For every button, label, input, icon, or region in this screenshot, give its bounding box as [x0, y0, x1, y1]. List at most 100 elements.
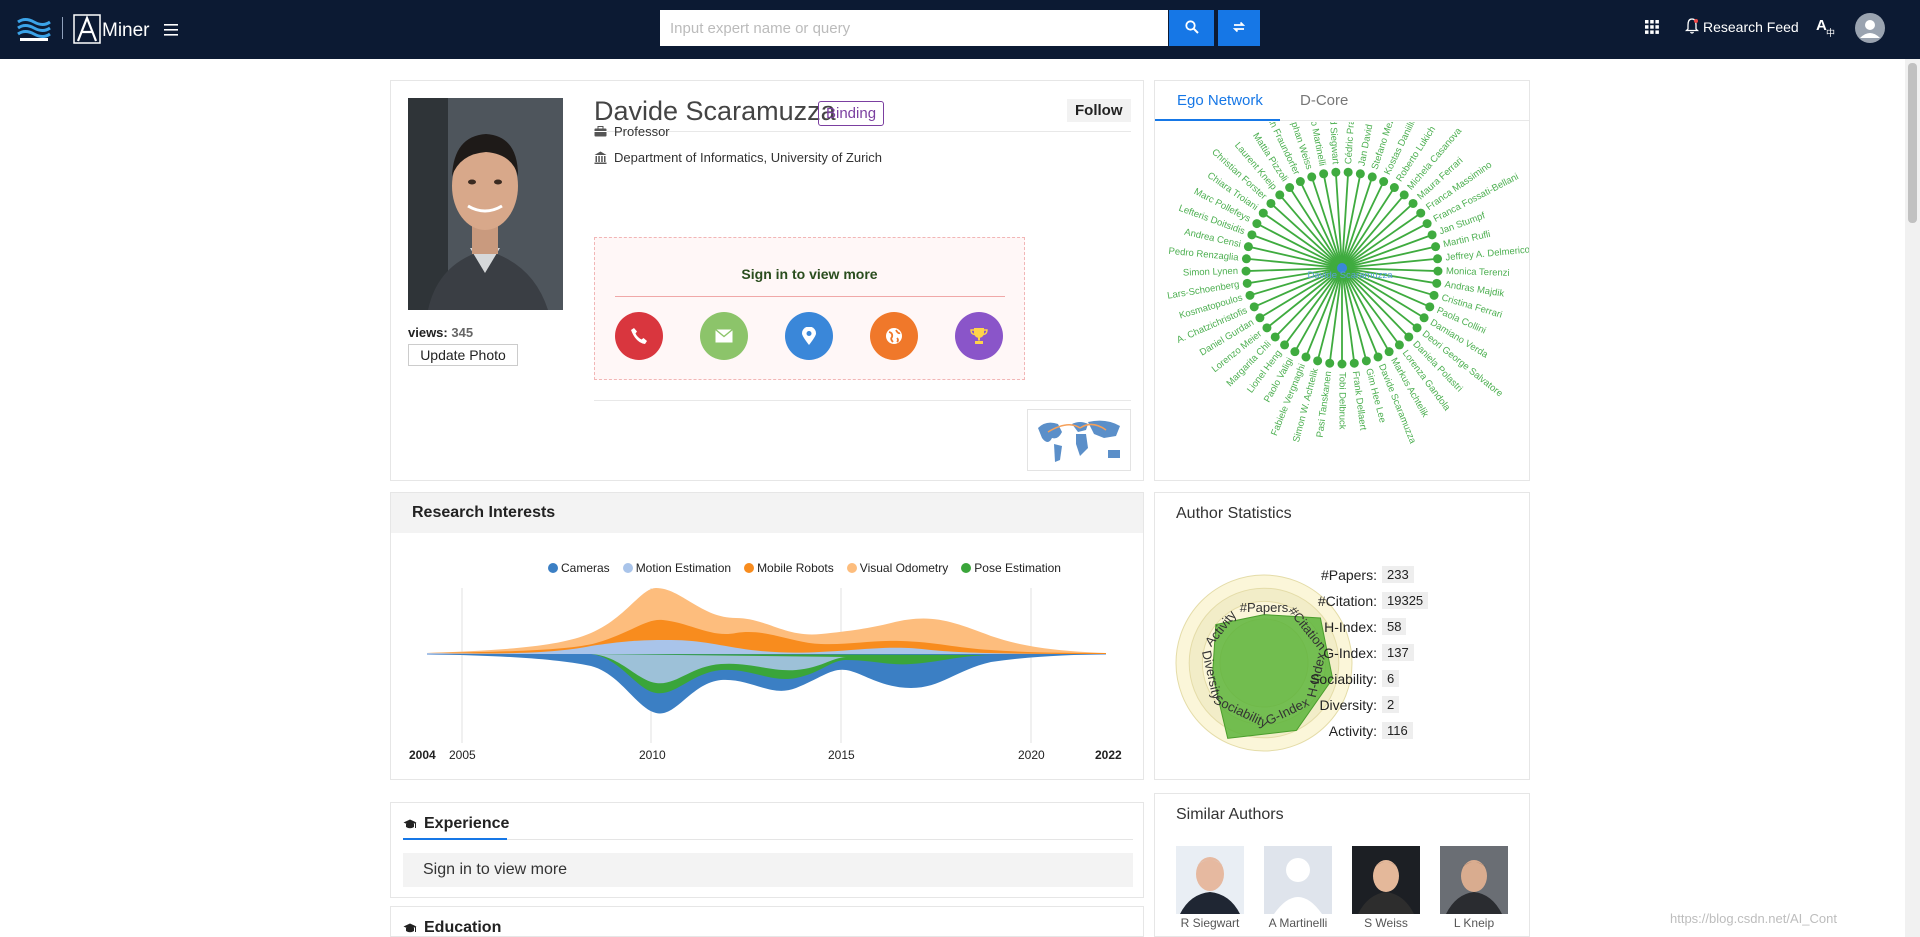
research-feed-link[interactable]: Research Feed: [1703, 19, 1799, 35]
legend-item-visual-odometry[interactable]: Visual Odometry: [846, 561, 948, 575]
ego-node[interactable]: [1307, 172, 1317, 182]
stat-value: 116: [1382, 722, 1413, 739]
ego-node[interactable]: [1295, 177, 1305, 187]
legend-item-mobile-robots[interactable]: Mobile Robots: [744, 561, 834, 575]
ego-node[interactable]: [1379, 177, 1389, 187]
ego-node[interactable]: [1343, 167, 1353, 177]
scroll-thumb[interactable]: [1908, 63, 1917, 223]
ego-node[interactable]: [1255, 313, 1265, 323]
ego-node[interactable]: [1367, 172, 1377, 182]
menu-icon[interactable]: [164, 24, 178, 36]
ego-node[interactable]: [1416, 208, 1426, 218]
bell-icon[interactable]: [1685, 18, 1699, 34]
update-photo-button[interactable]: Update Photo: [408, 344, 518, 366]
stat-row: Activity: 116: [1267, 722, 1413, 739]
ego-node[interactable]: [1433, 266, 1443, 276]
phone-button[interactable]: [615, 312, 663, 360]
ego-node[interactable]: [1355, 169, 1365, 179]
world-map-thumbnail[interactable]: [1027, 409, 1131, 471]
apps-grid-icon[interactable]: [1645, 20, 1659, 34]
ego-node[interactable]: [1241, 254, 1251, 264]
translate-icon[interactable]: A 中: [1815, 16, 1837, 38]
legend-item-pose-estimation[interactable]: Pose Estimation: [961, 561, 1061, 575]
ego-node[interactable]: [1412, 323, 1422, 333]
ego-node[interactable]: [1384, 347, 1394, 357]
experience-signin[interactable]: Sign in to view more: [403, 853, 1133, 887]
page-scrollbar[interactable]: [1905, 59, 1920, 937]
ego-node[interactable]: [1427, 230, 1437, 240]
legend-item-cameras[interactable]: Cameras: [548, 561, 610, 575]
switch-search-button[interactable]: [1218, 10, 1260, 46]
year-2005: 2005: [449, 748, 476, 762]
ego-node[interactable]: [1373, 352, 1383, 362]
ego-node[interactable]: [1331, 167, 1341, 177]
ego-node[interactable]: [1394, 340, 1404, 350]
ego-node[interactable]: [1285, 183, 1295, 193]
search-input[interactable]: [660, 10, 1168, 46]
ego-node[interactable]: [1313, 356, 1323, 366]
ego-node[interactable]: [1247, 230, 1257, 240]
ego-node[interactable]: [1301, 352, 1311, 362]
similar-author[interactable]: R Siegwart: [1176, 846, 1244, 930]
ego-node[interactable]: [1433, 254, 1443, 264]
ego-node[interactable]: [1325, 358, 1335, 368]
ego-node[interactable]: [1241, 266, 1251, 276]
aminer-logo[interactable]: Miner: [73, 12, 150, 44]
ego-node[interactable]: [1252, 219, 1262, 229]
similar-author[interactable]: S Weiss: [1352, 846, 1420, 930]
legend-item-motion-estimation[interactable]: Motion Estimation: [622, 561, 732, 575]
awards-button[interactable]: [955, 312, 1003, 360]
ego-node[interactable]: [1419, 313, 1429, 323]
ego-node[interactable]: [1431, 242, 1441, 252]
email-button[interactable]: [700, 312, 748, 360]
ego-node[interactable]: [1275, 190, 1285, 200]
svg-text:中: 中: [1826, 27, 1835, 38]
follow-button[interactable]: Follow: [1067, 99, 1131, 122]
ego-node[interactable]: [1266, 198, 1276, 208]
ego-node[interactable]: [1243, 242, 1253, 252]
name-divider: [594, 131, 1131, 132]
ego-node[interactable]: [1319, 169, 1329, 179]
location-button[interactable]: [785, 312, 833, 360]
similar-author[interactable]: L Kneip: [1440, 846, 1508, 930]
ego-node[interactable]: [1404, 332, 1414, 342]
signin-prompt[interactable]: Sign in to view more: [595, 266, 1024, 282]
ego-node-label[interactable]: Pedro Renzaglia: [1168, 246, 1240, 264]
ego-node-label[interactable]: Roland Siegwart: [1325, 122, 1340, 165]
tab-ego-network[interactable]: Ego Network: [1177, 92, 1263, 109]
ego-node[interactable]: [1399, 190, 1409, 200]
similar-author[interactable]: A Martinelli: [1264, 846, 1332, 930]
ego-node[interactable]: [1422, 219, 1432, 229]
search-button[interactable]: [1169, 10, 1214, 46]
tab-d-core[interactable]: D-Core: [1300, 92, 1348, 109]
ego-node[interactable]: [1280, 340, 1290, 350]
ego-node[interactable]: [1245, 290, 1255, 300]
similar-author-photo: [1440, 846, 1508, 914]
ego-node[interactable]: [1389, 183, 1399, 193]
website-button[interactable]: [870, 312, 918, 360]
ego-node[interactable]: [1242, 278, 1252, 288]
ego-node-label[interactable]: Monica Terenzi: [1446, 266, 1510, 279]
ego-node[interactable]: [1262, 323, 1272, 333]
ego-node[interactable]: [1270, 332, 1280, 342]
ego-node[interactable]: [1432, 278, 1442, 288]
ego-node[interactable]: [1249, 302, 1259, 312]
ego-node-label[interactable]: Cédric Pradal: [1343, 122, 1358, 165]
ego-node[interactable]: [1429, 290, 1439, 300]
graduation-cap-icon: [403, 923, 417, 932]
legend-label: Motion Estimation: [635, 561, 732, 575]
ego-node[interactable]: [1361, 356, 1371, 366]
ego-node[interactable]: [1258, 208, 1268, 218]
user-avatar[interactable]: [1855, 13, 1885, 43]
ego-node[interactable]: [1337, 359, 1347, 369]
logo-wave-icon[interactable]: [16, 14, 52, 42]
ego-node-label[interactable]: Simon Lynen: [1183, 266, 1238, 279]
ego-node-label[interactable]: Tobi Delbruck: [1336, 372, 1347, 430]
ego-node[interactable]: [1408, 198, 1418, 208]
ego-node[interactable]: [1290, 347, 1300, 357]
ego-network-graph[interactable]: Cédric PradalJan David ReStefano MezzKos…: [1155, 122, 1529, 480]
binding-badge[interactable]: Binding: [818, 101, 885, 126]
ego-node[interactable]: [1349, 358, 1359, 368]
interest-streamgraph[interactable]: [391, 588, 1143, 748]
ego-node[interactable]: [1425, 302, 1435, 312]
